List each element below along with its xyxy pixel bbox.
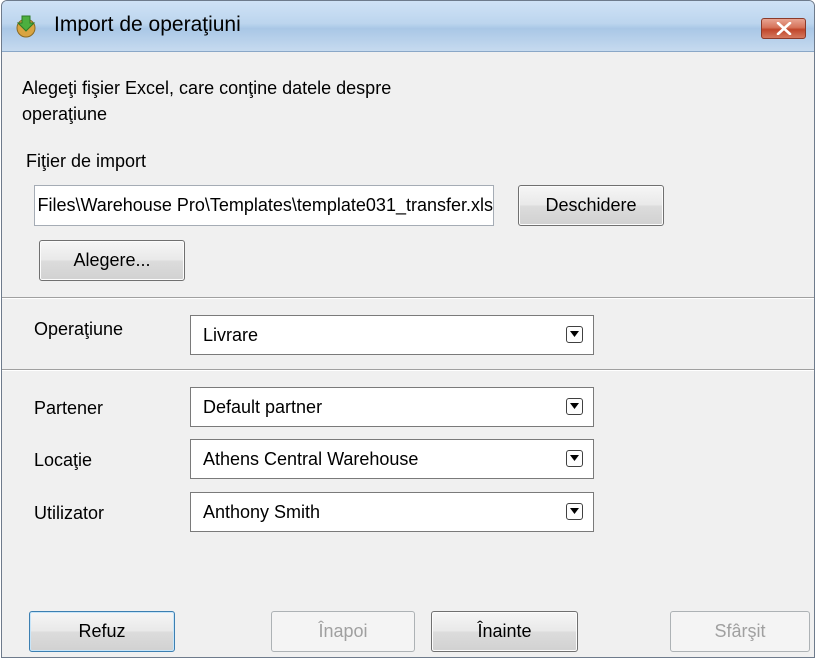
- window-title: Import de operaţiuni: [54, 13, 241, 36]
- operation-label: Operaţiune: [34, 319, 124, 339]
- import-dialog: Import de operaţiuni Alegeţi fişier Exce…: [1, 0, 815, 658]
- file-label: Fiţier de import: [26, 151, 147, 171]
- choose-button[interactable]: Alegere...: [39, 240, 185, 281]
- import-arrow-icon: [16, 15, 36, 38]
- location-value: Athens Central Warehouse: [203, 449, 419, 469]
- user-select[interactable]: Anthony Smith: [190, 492, 594, 532]
- back-button[interactable]: Înapoi: [271, 611, 415, 652]
- title-bar[interactable]: Import de operaţiuni: [2, 1, 814, 52]
- user-value: Anthony Smith: [203, 502, 321, 522]
- location-label: Locaţie: [34, 450, 93, 470]
- cancel-button[interactable]: Refuz: [29, 611, 175, 652]
- partner-value: Default partner: [203, 397, 323, 417]
- next-button[interactable]: Înainte: [431, 611, 578, 652]
- chevron-down-icon[interactable]: [566, 398, 583, 415]
- open-button[interactable]: Deschidere: [518, 185, 664, 226]
- chevron-down-icon[interactable]: [566, 326, 583, 343]
- location-select[interactable]: Athens Central Warehouse: [190, 439, 594, 479]
- close-x-icon: [776, 22, 792, 35]
- file-path-value: C:\Program Files\Warehouse Pro\Templates…: [35, 195, 493, 215]
- separator-top: [2, 297, 814, 299]
- finish-button[interactable]: Sfârşit: [670, 611, 810, 652]
- operation-select[interactable]: Livrare: [190, 315, 594, 355]
- file-path-input[interactable]: C:\Program Files\Warehouse Pro\Templates…: [34, 185, 494, 226]
- close-button[interactable]: [761, 18, 806, 39]
- operation-value: Livrare: [203, 325, 259, 345]
- user-label: Utilizator: [34, 503, 105, 523]
- separator-middle: [2, 369, 814, 371]
- chevron-down-icon[interactable]: [566, 503, 583, 520]
- chevron-down-icon[interactable]: [566, 450, 583, 467]
- partner-select[interactable]: Default partner: [190, 387, 594, 427]
- partner-label: Partener: [34, 398, 104, 418]
- file-description: Alegeţi fişier Excel, care conţine datel…: [22, 78, 392, 124]
